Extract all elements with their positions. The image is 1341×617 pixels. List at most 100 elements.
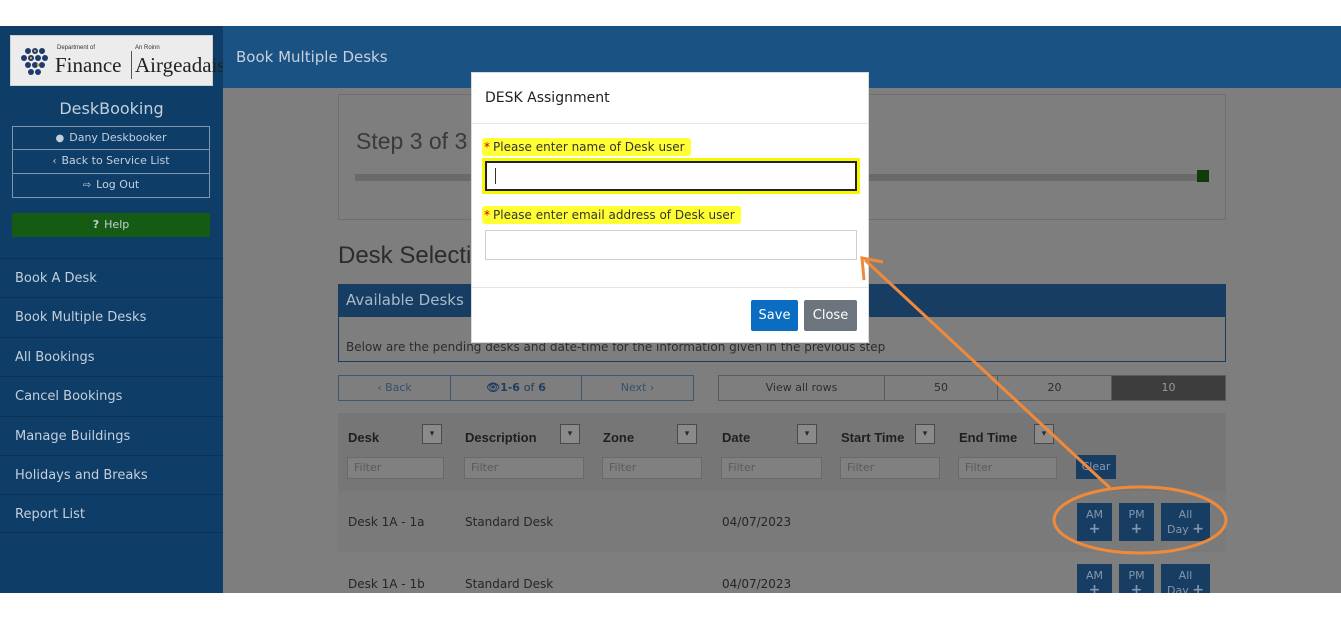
user-button-label: Dany Deskbooker <box>69 131 167 144</box>
rows-10-button[interactable]: 10 <box>1111 375 1226 401</box>
logo-divider <box>131 51 132 79</box>
pm-slot-button[interactable]: PM + <box>1119 503 1154 541</box>
am-label: AM <box>1085 508 1103 521</box>
pm-slot-button[interactable]: PM + <box>1119 564 1154 593</box>
column-desk: Desk ▾ Filter <box>347 424 444 479</box>
modal-title: DESK Assignment <box>485 90 610 106</box>
plus-icon: + <box>1192 582 1204 593</box>
description-cell: Standard Desk <box>465 515 554 529</box>
column-start-time: Start Time ▾ Filter <box>840 424 940 479</box>
required-mark: * <box>484 140 490 154</box>
name-label-text: Please enter name of Desk user <box>493 140 685 154</box>
app-frame: Department of An Roinn Finance Airgeadai… <box>0 26 1341 593</box>
view-all-rows-button[interactable]: View all rows <box>718 375 885 401</box>
all-label: All <box>1178 569 1193 582</box>
save-button[interactable]: Save <box>751 300 798 331</box>
required-mark: * <box>484 208 490 222</box>
app-name: DeskBooking <box>59 99 164 118</box>
am-slot-button[interactable]: AM + <box>1077 503 1112 541</box>
pager-next-button[interactable]: Next › <box>581 375 694 401</box>
end-time-filter-input[interactable]: Filter <box>958 457 1057 479</box>
pager-range: 👁1-6 of 6 <box>450 375 582 401</box>
description-filter-input[interactable]: Filter <box>464 457 584 479</box>
pager-back-button[interactable]: ‹ Back <box>338 375 451 401</box>
column-label: Desk <box>348 430 380 445</box>
back-to-service-list-button[interactable]: ‹ Back to Service List <box>12 150 210 174</box>
date-filter-input[interactable]: Filter <box>721 457 822 479</box>
chevron-left-icon: ‹ <box>52 156 57 167</box>
step-text: Step 3 of 3 <box>356 128 468 154</box>
nav-book-a-desk[interactable]: Book A Desk <box>0 258 223 297</box>
nav-holidays-and-breaks[interactable]: Holidays and Breaks <box>0 455 223 494</box>
nav-manage-buildings[interactable]: Manage Buildings <box>0 416 223 455</box>
user-circle-icon: ● <box>55 133 65 144</box>
logo-small-right: An Roinn <box>135 45 160 51</box>
chevron-down-icon[interactable]: ▾ <box>422 424 442 444</box>
all-label: All <box>1178 508 1193 521</box>
page-title: Book Multiple Desks <box>236 48 388 66</box>
column-label: Start Time <box>841 430 905 445</box>
plus-icon: + <box>1192 521 1204 537</box>
column-label: End Time <box>959 430 1018 445</box>
column-description: Description ▾ Filter <box>464 424 584 479</box>
sidebar: Department of An Roinn Finance Airgeadai… <box>0 26 226 593</box>
day-label: Day <box>1167 523 1189 536</box>
name-field-label: * Please enter name of Desk user <box>482 138 691 156</box>
email-label-text: Please enter email address of Desk user <box>493 208 735 222</box>
logo-small-left: Department of <box>57 45 96 51</box>
text-caret <box>495 168 496 184</box>
zone-filter-input[interactable]: Filter <box>602 457 702 479</box>
column-zone: Zone ▾ Filter <box>602 424 702 479</box>
user-button[interactable]: ● Dany Deskbooker <box>12 126 210 150</box>
pager-next-label: Next <box>620 381 647 394</box>
eye-icon: 👁 <box>486 381 501 394</box>
column-date: Date ▾ Filter <box>721 424 822 479</box>
chevron-down-icon[interactable]: ▾ <box>677 424 697 444</box>
modal-footer-divider <box>472 287 868 288</box>
am-slot-button[interactable]: AM + <box>1077 564 1112 593</box>
all-day-slot-button[interactable]: All Day + <box>1161 564 1210 593</box>
all-day-slot-button[interactable]: All Day + <box>1161 503 1210 541</box>
logout-button-label: Log Out <box>96 178 140 191</box>
desk-assignment-modal: DESK Assignment * Please enter name of De… <box>471 72 869 343</box>
help-button[interactable]: ? Help <box>12 213 210 237</box>
desk-user-email-input[interactable] <box>485 230 857 260</box>
desk-cell: Desk 1A - 1b <box>348 577 425 591</box>
crest-icon <box>21 48 48 75</box>
back-button-label: Back to Service List <box>61 154 170 167</box>
day-label: Day <box>1167 584 1189 593</box>
pager-total: 6 <box>538 381 546 394</box>
plus-icon: + <box>1088 582 1101 593</box>
nav-report-list[interactable]: Report List <box>0 494 223 533</box>
chevron-down-icon[interactable]: ▾ <box>560 424 580 444</box>
desk-user-name-input[interactable] <box>482 158 860 194</box>
date-cell: 04/07/2023 <box>722 515 792 529</box>
chevron-down-icon[interactable]: ▾ <box>1034 424 1054 444</box>
nav-book-multiple-desks[interactable]: Book Multiple Desks <box>0 297 223 336</box>
logout-icon: ⇨ <box>82 180 92 191</box>
logout-button[interactable]: ⇨ Log Out <box>12 174 210 198</box>
rows-50-button[interactable]: 50 <box>884 375 998 401</box>
plus-icon: + <box>1088 521 1101 537</box>
description-cell: Standard Desk <box>465 577 554 591</box>
chevron-left-icon: ‹ <box>377 381 386 394</box>
nav-all-bookings[interactable]: All Bookings <box>0 337 223 376</box>
modal-header-divider <box>472 123 868 124</box>
email-field-label: * Please enter email address of Desk user <box>482 206 741 224</box>
am-label: AM <box>1085 569 1103 582</box>
rows-20-button[interactable]: 20 <box>997 375 1112 401</box>
chevron-right-icon: › <box>646 381 655 394</box>
start-time-filter-input[interactable]: Filter <box>840 457 940 479</box>
nav-cancel-bookings[interactable]: Cancel Bookings <box>0 376 223 415</box>
column-label: Date <box>722 430 751 445</box>
pager-of: of <box>523 381 535 394</box>
logo-finance: Finance <box>55 53 122 77</box>
chevron-down-icon[interactable]: ▾ <box>797 424 817 444</box>
column-end-time: End Time ▾ Filter <box>958 424 1057 479</box>
chevron-down-icon[interactable]: ▾ <box>915 424 935 444</box>
column-label: Description <box>465 430 537 445</box>
clear-filters-button[interactable]: Clear <box>1076 455 1116 479</box>
close-button[interactable]: Close <box>804 300 857 331</box>
desk-filter-input[interactable]: Filter <box>347 457 444 479</box>
logo-airgeadais: Airgeadais <box>135 53 226 77</box>
